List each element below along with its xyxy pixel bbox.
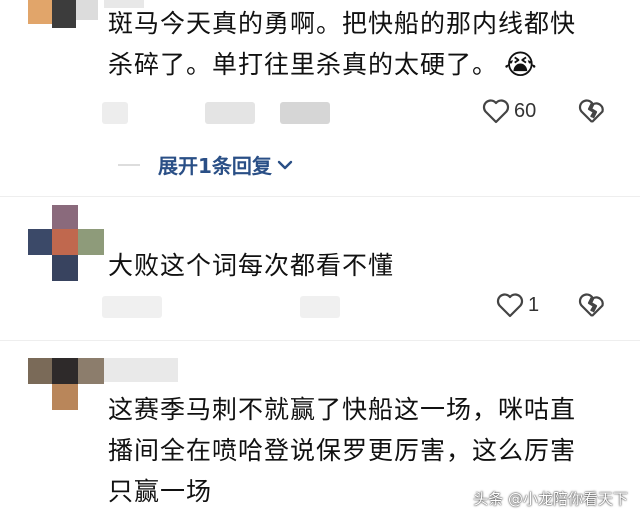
comment-2-text: 大败这个词每次都看不懂 [108, 245, 394, 286]
like-count: 60 [514, 99, 537, 122]
expand-line [118, 163, 140, 166]
avatar-3[interactable] [28, 358, 104, 410]
broken-heart-icon [578, 99, 604, 123]
dislike-button-1[interactable] [578, 98, 606, 124]
chevron-down-icon [277, 160, 293, 169]
expand-replies[interactable]: 展开1条回复 [118, 150, 294, 179]
comment-line: 播间全在喷哈登说保罗更厉害，这么厉害 [108, 436, 577, 465]
heart-icon [496, 293, 524, 318]
username-blur-3 [104, 358, 178, 382]
comment-line: 这赛季马刺不就赢了快船这一场，咪咕直 [108, 395, 577, 424]
like-count: 1 [528, 293, 540, 316]
comment-line: 大败这个词每次都看不懂 [108, 251, 395, 280]
divider [0, 340, 640, 341]
comment-1-text: 斑马今天真的勇啊。把快船的那内线都快 杀碎了。单打往里杀真的太硬了。 😭 [108, 3, 576, 85]
broken-heart-icon [578, 293, 604, 317]
avatar-1[interactable] [28, 0, 98, 28]
like-button-1[interactable]: 60 [482, 98, 536, 124]
expand-replies-label: 展开1条回复 [158, 154, 272, 178]
comment-line: 斑马今天真的勇啊。把快船的那内线都快 [108, 9, 577, 38]
watermark: 头条 @小龙陪你看天下 [473, 490, 628, 508]
comment-line: 杀碎了。单打往里杀真的太硬了。 [108, 50, 499, 79]
like-button-2[interactable]: 1 [496, 292, 539, 318]
heart-icon [482, 99, 510, 124]
avatar-2[interactable] [28, 205, 104, 281]
crying-emoji: 😭 [504, 48, 538, 81]
dislike-button-2[interactable] [578, 292, 606, 318]
divider [0, 196, 640, 197]
